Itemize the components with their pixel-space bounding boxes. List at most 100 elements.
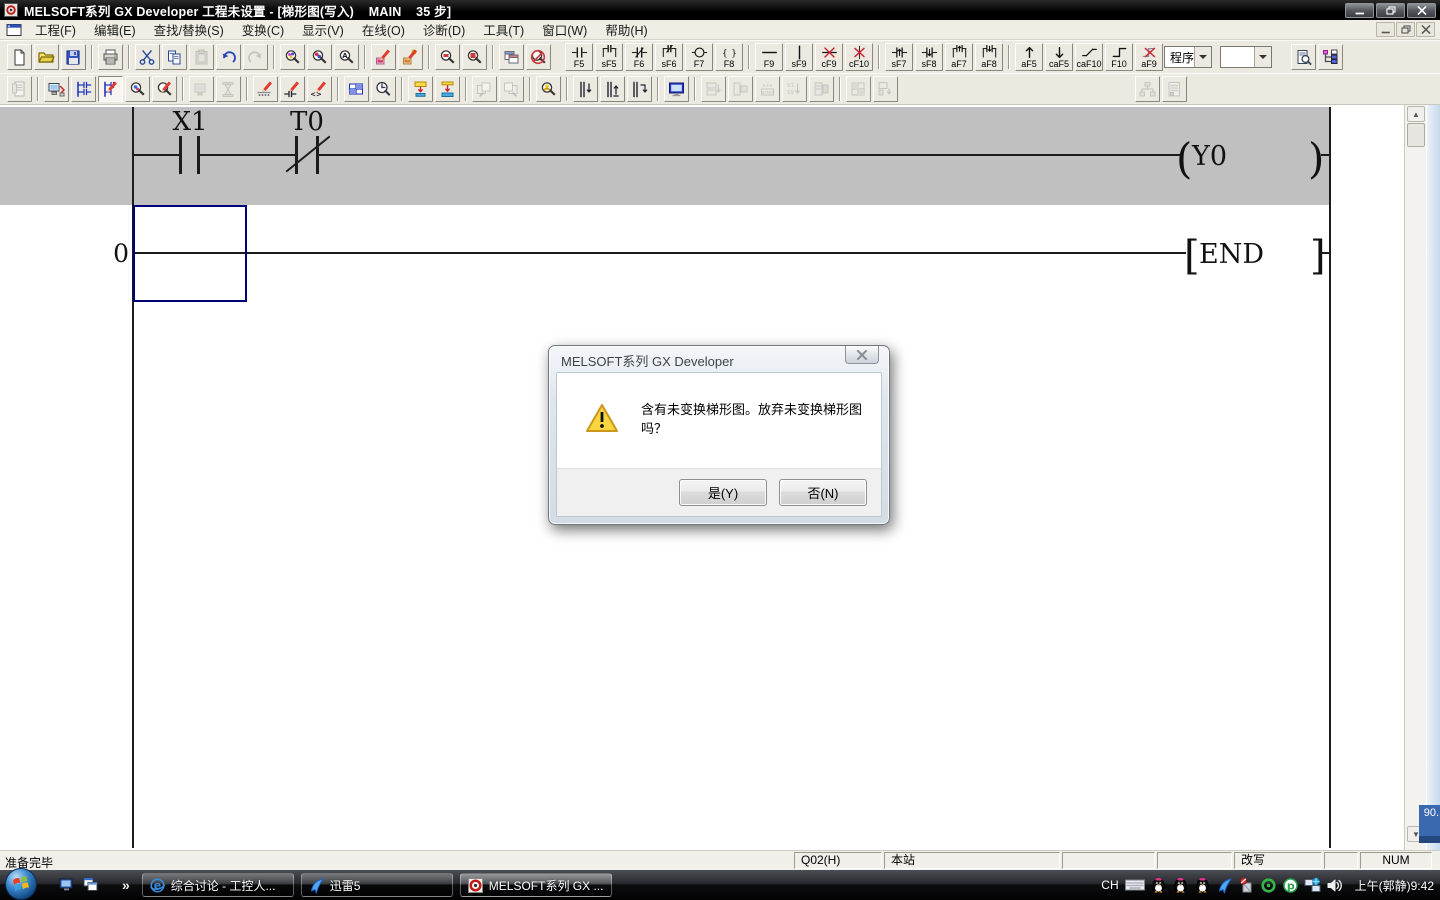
doc-restore-button[interactable] xyxy=(1396,22,1415,37)
no-button[interactable]: 否(N) xyxy=(779,479,867,506)
quick-launch-windows[interactable] xyxy=(82,876,100,894)
minimize-button[interactable] xyxy=(1345,3,1374,18)
restore-button[interactable] xyxy=(1376,3,1405,18)
transfer-setup-button[interactable] xyxy=(44,76,69,102)
block-list-button[interactable] xyxy=(809,76,834,102)
task-gx-developer[interactable]: MELSOFT系列 GX ... xyxy=(460,873,612,897)
slash-line-button[interactable]: caF10 xyxy=(1075,43,1103,71)
parallel-falling-pulse-button[interactable]: aF8 xyxy=(975,43,1003,71)
rising-pulse-op-button[interactable]: aF5 xyxy=(1015,43,1043,71)
doc-close-button[interactable] xyxy=(1416,22,1435,37)
print-button[interactable] xyxy=(98,44,123,70)
delete-horizontal-line-button[interactable]: cF9 xyxy=(815,43,843,71)
start-button[interactable] xyxy=(4,867,38,900)
taskbar-clock[interactable]: 上午(郭静)9:42 xyxy=(1355,877,1434,894)
menu-item-9[interactable]: 帮助(H) xyxy=(596,18,656,41)
cut-button[interactable] xyxy=(135,44,160,70)
monitor-mode-button[interactable] xyxy=(664,76,689,102)
block-grid-button[interactable] xyxy=(846,76,871,102)
kankan-tray-icon[interactable] xyxy=(1260,877,1277,894)
menu-item-2[interactable]: 查找/替换(S) xyxy=(145,18,233,41)
undo-button[interactable] xyxy=(216,44,241,70)
input-language-indicator[interactable]: CH xyxy=(1101,878,1118,892)
parallel-rising-pulse-button[interactable]: aF7 xyxy=(945,43,973,71)
scrollbar-thumb[interactable] xyxy=(1407,123,1425,147)
qq-contact-3-icon[interactable] xyxy=(1194,877,1211,894)
entry-monitor-button[interactable] xyxy=(536,76,561,102)
find-button[interactable] xyxy=(280,44,305,70)
pplive-tray-icon[interactable]: p xyxy=(1282,877,1299,894)
yes-button[interactable]: 是(Y) xyxy=(679,479,767,506)
vertical-line-button[interactable]: sF9 xyxy=(785,43,813,71)
redo-button[interactable] xyxy=(243,44,268,70)
zoom-in-button[interactable] xyxy=(462,44,487,70)
new-project-button[interactable] xyxy=(7,44,32,70)
toolbar-overflow-chevron[interactable]: » xyxy=(122,877,130,893)
device-memory-button[interactable] xyxy=(344,76,369,102)
task-thunder[interactable]: 迅雷5 xyxy=(301,873,453,897)
ladder-cursor[interactable] xyxy=(133,205,247,302)
menu-item-4[interactable]: 显示(V) xyxy=(293,18,353,41)
task-browser[interactable]: e综合讨论 - 工控人... xyxy=(142,873,294,897)
open-contact-button[interactable]: F5 xyxy=(565,43,593,71)
ladder-view-button[interactable] xyxy=(71,76,96,102)
menu-item-3[interactable]: 变换(C) xyxy=(233,18,293,41)
doc-minimize-button[interactable] xyxy=(1376,22,1395,37)
qq-contact-2-icon[interactable] xyxy=(1172,877,1189,894)
delete-line-button[interactable]: aF9 xyxy=(1135,43,1163,71)
device-combo[interactable] xyxy=(1220,46,1272,68)
keyboard-icon[interactable] xyxy=(1125,878,1145,892)
step-run-button[interactable] xyxy=(701,76,726,102)
rising-pulse-button[interactable]: sF7 xyxy=(885,43,913,71)
replace-device-button[interactable] xyxy=(371,44,396,70)
program-navigation-button[interactable] xyxy=(1318,44,1343,70)
device-find-button[interactable] xyxy=(125,76,150,102)
zoom-100-button[interactable] xyxy=(526,44,551,70)
replace-string-button[interactable] xyxy=(398,44,423,70)
dialog-close-button[interactable] xyxy=(845,346,879,364)
chevron-down-icon[interactable] xyxy=(1254,47,1271,67)
next-window-button[interactable] xyxy=(499,76,524,102)
parameter-button[interactable] xyxy=(7,76,32,102)
device-batch-monitor-button[interactable] xyxy=(600,76,625,102)
tile-windows-button[interactable] xyxy=(499,44,524,70)
menu-item-0[interactable]: 工程(F) xyxy=(26,18,85,41)
partial-run-button[interactable] xyxy=(728,76,753,102)
qq-contact-1-icon[interactable] xyxy=(1150,877,1167,894)
network-icon[interactable] xyxy=(1304,877,1321,894)
open-project-button[interactable] xyxy=(34,44,59,70)
falling-pulse-button[interactable]: sF8 xyxy=(915,43,943,71)
parallel-open-contact-button[interactable]: sF5 xyxy=(595,43,623,71)
volume-icon[interactable] xyxy=(1326,877,1343,894)
force-on-button[interactable] xyxy=(408,76,433,102)
program-tree-button[interactable] xyxy=(1135,76,1160,102)
scroll-up-button[interactable]: ▲ xyxy=(1407,106,1425,122)
close-button[interactable] xyxy=(1407,3,1436,18)
ladder-edit-mode-button[interactable] xyxy=(98,76,123,102)
line-branch-button[interactable]: F10 xyxy=(1105,43,1133,71)
coil-button[interactable]: F7 xyxy=(685,43,713,71)
closed-contact-button[interactable]: F6 xyxy=(625,43,653,71)
block-down-button[interactable] xyxy=(873,76,898,102)
zoom-out-button[interactable] xyxy=(435,44,460,70)
parallel-closed-contact-button[interactable]: sF6 xyxy=(655,43,683,71)
data-list-button[interactable] xyxy=(1162,76,1187,102)
sfc-step-button[interactable]: S1S9 xyxy=(782,76,807,102)
find-device-button[interactable] xyxy=(307,44,332,70)
clock-setting-button[interactable] xyxy=(371,76,396,102)
project-data-list-button[interactable] xyxy=(1291,44,1316,70)
menu-item-5[interactable]: 在线(O) xyxy=(353,18,414,41)
previous-window-button[interactable] xyxy=(472,76,497,102)
device-skip-button[interactable] xyxy=(627,76,652,102)
monitor-stop-button[interactable] xyxy=(216,76,241,102)
menu-item-1[interactable]: 编辑(E) xyxy=(85,18,145,41)
monitor-start-button[interactable] xyxy=(189,76,214,102)
delete-vertical-line-button[interactable]: cF10 xyxy=(845,43,873,71)
edit-device-button[interactable] xyxy=(253,76,278,102)
security-tray-icon[interactable] xyxy=(1238,877,1255,894)
menu-item-6[interactable]: 诊断(D) xyxy=(414,18,474,41)
find-string-button[interactable]: A xyxy=(334,44,359,70)
application-instruction-button[interactable]: { }F8 xyxy=(715,43,743,71)
device-test-button[interactable] xyxy=(573,76,598,102)
force-off-button[interactable] xyxy=(435,76,460,102)
